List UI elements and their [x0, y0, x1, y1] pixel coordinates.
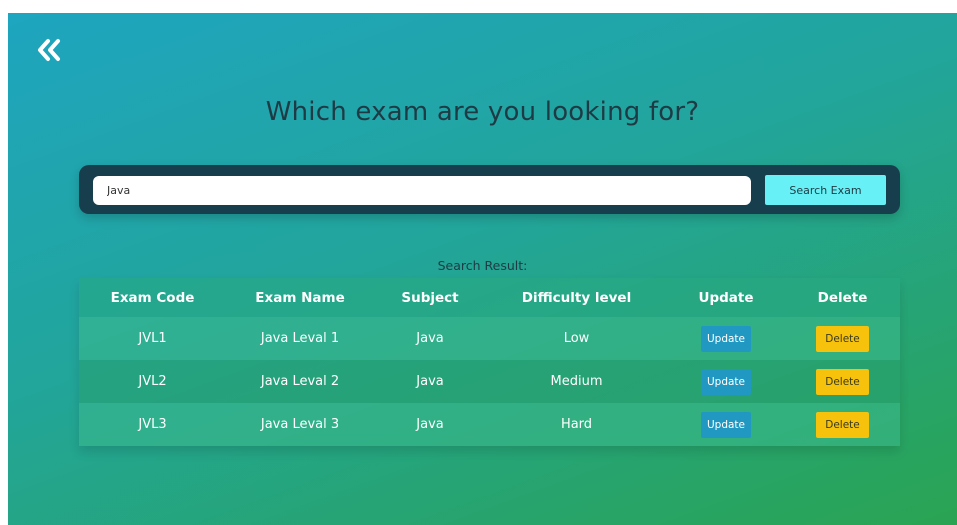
cell-subject: Java: [374, 360, 486, 403]
table-row: JVL1 Java Leval 1 Java Low Update Delete: [79, 317, 900, 360]
cell-update: Update: [667, 317, 785, 360]
cell-difficulty: Hard: [486, 403, 667, 446]
update-button[interactable]: Update: [700, 325, 752, 352]
cell-delete: Delete: [785, 317, 900, 360]
cell-exam-name: Java Leval 3: [226, 403, 374, 446]
search-exam-button[interactable]: Search Exam: [765, 175, 886, 205]
update-button[interactable]: Update: [700, 411, 752, 438]
cell-subject: Java: [374, 317, 486, 360]
cell-difficulty: Medium: [486, 360, 667, 403]
double-chevron-left-icon: [38, 39, 60, 61]
cell-delete: Delete: [785, 360, 900, 403]
table-header-row: Exam Code Exam Name Subject Difficulty l…: [79, 278, 900, 317]
back-button[interactable]: [34, 35, 64, 65]
search-result-label: Search Result:: [437, 258, 528, 273]
results-table: Exam Code Exam Name Subject Difficulty l…: [79, 278, 900, 446]
table-row: JVL3 Java Leval 3 Java Hard Update Delet…: [79, 403, 900, 446]
search-input[interactable]: [93, 176, 751, 205]
cell-update: Update: [667, 403, 785, 446]
column-header-update: Update: [667, 278, 785, 317]
search-bar: Search Exam: [79, 165, 900, 214]
cell-subject: Java: [374, 403, 486, 446]
cell-exam-code: JVL3: [79, 403, 226, 446]
column-header-exam-name: Exam Name: [226, 278, 374, 317]
table-row: JVL2 Java Leval 2 Java Medium Update Del…: [79, 360, 900, 403]
cell-delete: Delete: [785, 403, 900, 446]
cell-difficulty: Low: [486, 317, 667, 360]
app-screen: Which exam are you looking for? Search E…: [8, 13, 957, 525]
column-header-difficulty: Difficulty level: [486, 278, 667, 317]
cell-exam-code: JVL1: [79, 317, 226, 360]
delete-button[interactable]: Delete: [816, 411, 869, 438]
update-button[interactable]: Update: [700, 368, 752, 395]
cell-exam-code: JVL2: [79, 360, 226, 403]
column-header-subject: Subject: [374, 278, 486, 317]
page-title: Which exam are you looking for?: [265, 97, 700, 127]
cell-exam-name: Java Leval 1: [226, 317, 374, 360]
cell-exam-name: Java Leval 2: [226, 360, 374, 403]
column-header-delete: Delete: [785, 278, 900, 317]
delete-button[interactable]: Delete: [816, 325, 869, 352]
delete-button[interactable]: Delete: [816, 368, 869, 395]
column-header-exam-code: Exam Code: [79, 278, 226, 317]
cell-update: Update: [667, 360, 785, 403]
